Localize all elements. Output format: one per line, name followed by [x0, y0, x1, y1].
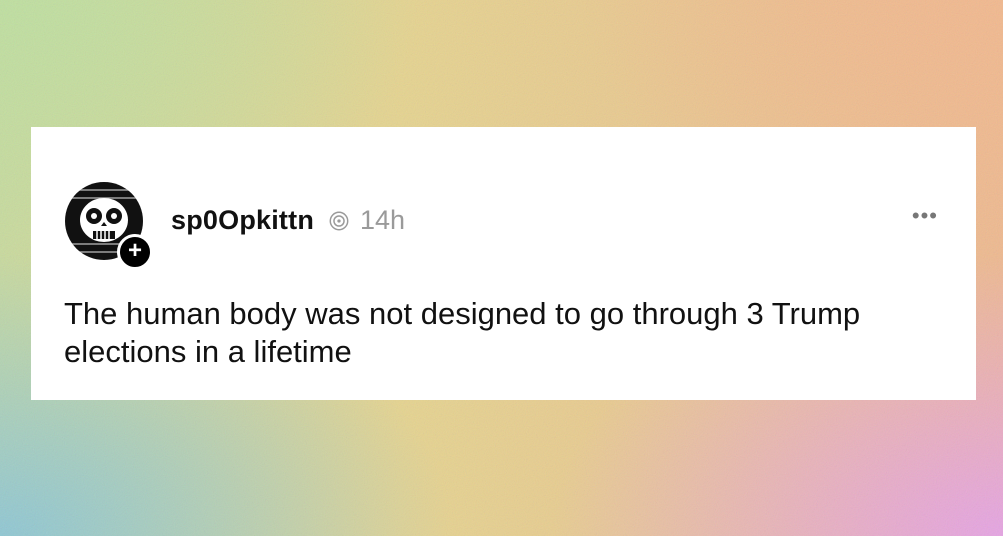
username[interactable]: sp0Opkittn [171, 205, 314, 236]
post-header: sp0Opkittn 14h [171, 205, 405, 236]
threads-icon [329, 211, 349, 230]
more-options-icon[interactable]: ••• [912, 205, 938, 227]
post-card: + sp0Opkittn 14h ••• The human body was … [31, 127, 976, 400]
post-timestamp: 14h [360, 205, 406, 235]
avatar-container[interactable]: + [65, 182, 153, 270]
post-text: The human body was not designed to go th… [64, 296, 861, 369]
follow-plus-icon[interactable]: + [117, 234, 153, 270]
